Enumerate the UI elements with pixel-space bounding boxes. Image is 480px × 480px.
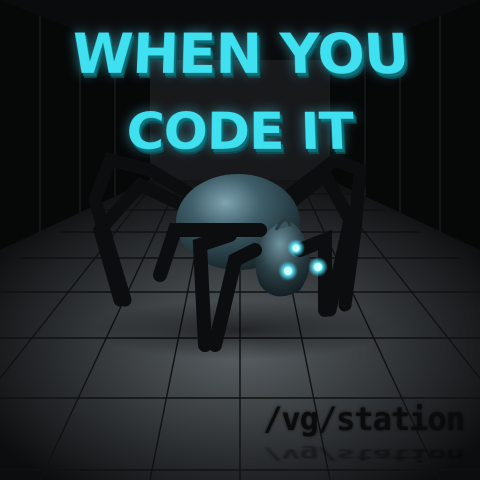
- headline-line-2: CODE IT: [0, 103, 480, 162]
- headline-line-1: WHEN YOU: [0, 23, 480, 87]
- image-scene: WHEN YOU CODE IT /vg/station /vg/station: [0, 0, 480, 480]
- watermark-reflection: /vg/station: [263, 446, 464, 465]
- watermark-text: /vg/station: [263, 400, 464, 438]
